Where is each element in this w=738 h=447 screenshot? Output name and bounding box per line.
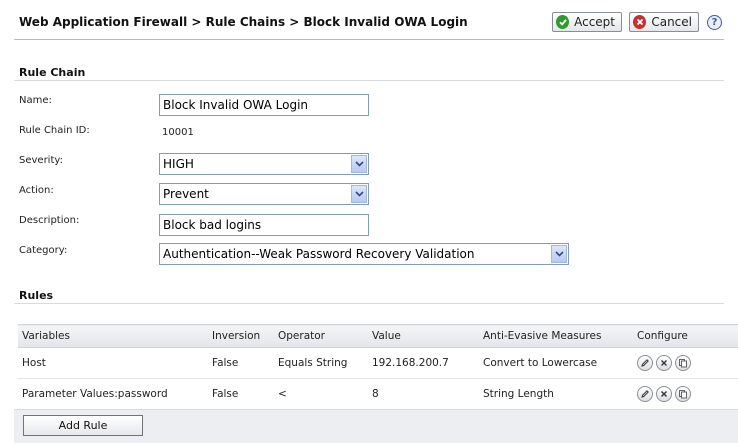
rules-divider bbox=[14, 303, 724, 304]
column-header-operator: Operator bbox=[274, 324, 368, 348]
cell-variables: Parameter Values:password bbox=[18, 378, 208, 410]
chevron-down-icon[interactable] bbox=[351, 185, 367, 203]
header-divider bbox=[14, 39, 724, 40]
cancel-icon bbox=[633, 15, 647, 29]
edit-icon[interactable] bbox=[637, 386, 653, 402]
rules-table-header: Variables Inversion Operator Value Anti-… bbox=[18, 324, 738, 348]
category-select[interactable]: Authentication--Weak Password Recovery V… bbox=[159, 243, 569, 265]
check-icon bbox=[556, 15, 570, 29]
rule-chain-id-label: Rule Chain ID: bbox=[19, 125, 90, 136]
copy-icon[interactable] bbox=[675, 355, 691, 371]
copy-icon[interactable] bbox=[675, 386, 691, 402]
name-label: Name: bbox=[19, 95, 52, 106]
table-row: Parameter Values:password False < 8 Stri… bbox=[18, 378, 738, 410]
action-value: Prevent bbox=[163, 187, 209, 201]
table-row: Host False Equals String 192.168.200.7 C… bbox=[18, 347, 738, 379]
column-header-inversion: Inversion bbox=[208, 324, 274, 348]
column-header-configure: Configure bbox=[633, 324, 738, 348]
column-header-variables: Variables bbox=[18, 324, 208, 348]
cancel-button[interactable]: Cancel bbox=[629, 12, 699, 32]
rules-table: Variables Inversion Operator Value Anti-… bbox=[18, 324, 738, 410]
help-symbol: ? bbox=[711, 17, 718, 28]
cell-inversion: False bbox=[208, 347, 274, 379]
rule-chain-divider bbox=[14, 80, 724, 81]
delete-icon[interactable] bbox=[656, 355, 672, 371]
cell-operator: Equals String bbox=[274, 347, 368, 379]
cell-variables: Host bbox=[18, 347, 208, 379]
severity-value: HIGH bbox=[163, 157, 194, 171]
category-value: Authentication--Weak Password Recovery V… bbox=[163, 247, 475, 261]
description-value: Block bad logins bbox=[163, 218, 262, 232]
cell-value: 8 bbox=[368, 378, 479, 410]
name-value: Block Invalid OWA Login bbox=[163, 98, 309, 112]
column-header-anti-evasive: Anti-Evasive Measures bbox=[479, 324, 633, 348]
accept-label: Accept bbox=[574, 15, 615, 29]
cell-operator: < bbox=[274, 378, 368, 410]
name-field[interactable]: Block Invalid OWA Login bbox=[159, 94, 369, 116]
description-field[interactable]: Block bad logins bbox=[159, 214, 369, 236]
rules-section-title: Rules bbox=[19, 289, 54, 302]
add-rule-button[interactable]: Add Rule bbox=[23, 415, 143, 436]
chevron-down-icon[interactable] bbox=[351, 155, 367, 173]
rule-chain-id-value: 10001 bbox=[162, 127, 194, 138]
cancel-label: Cancel bbox=[651, 15, 692, 29]
cell-inversion: False bbox=[208, 378, 274, 410]
action-label: Action: bbox=[19, 185, 54, 196]
cell-configure bbox=[633, 347, 738, 379]
cell-value: 192.168.200.7 bbox=[368, 347, 479, 379]
description-label: Description: bbox=[19, 215, 80, 226]
severity-label: Severity: bbox=[19, 155, 63, 166]
accept-button[interactable]: Accept bbox=[552, 12, 622, 32]
severity-select[interactable]: HIGH bbox=[159, 153, 369, 175]
action-select[interactable]: Prevent bbox=[159, 183, 369, 205]
cell-anti-evasive: Convert to Lowercase bbox=[479, 347, 633, 379]
rule-chain-section-title: Rule Chain bbox=[19, 66, 86, 79]
column-header-value: Value bbox=[368, 324, 479, 348]
cell-anti-evasive: String Length bbox=[479, 378, 633, 410]
breadcrumb: Web Application Firewall > Rule Chains >… bbox=[19, 15, 468, 29]
cell-configure bbox=[633, 378, 738, 410]
help-icon[interactable]: ? bbox=[707, 15, 722, 30]
chevron-down-icon[interactable] bbox=[551, 245, 567, 263]
category-label: Category: bbox=[19, 245, 68, 256]
edit-icon[interactable] bbox=[637, 355, 653, 371]
delete-icon[interactable] bbox=[656, 386, 672, 402]
